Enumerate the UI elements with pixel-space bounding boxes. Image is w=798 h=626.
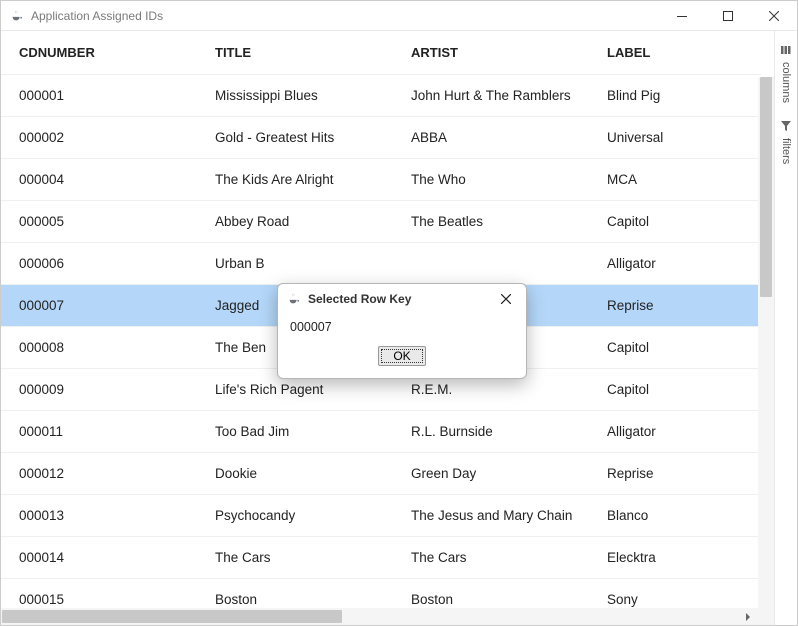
cell-artist[interactable]: Green Day [393,453,589,495]
cell-cdnumber[interactable]: 000004 [1,159,197,201]
table-row[interactable]: 000012DookieGreen DayReprise [1,453,761,495]
cell-label[interactable]: Reprise [589,285,761,327]
cell-title[interactable]: Gold - Greatest Hits [197,117,393,159]
cell-label[interactable]: Reprise [589,453,761,495]
cell-label[interactable]: Elecktra [589,537,761,579]
window-title: Application Assigned IDs [31,9,163,23]
cell-cdnumber[interactable]: 000013 [1,495,197,537]
cell-cdnumber[interactable]: 000002 [1,117,197,159]
col-title[interactable]: TITLE [197,31,393,75]
close-button[interactable] [751,1,797,31]
app-window: Application Assigned IDs CDNUMBER TITLE [0,0,798,626]
cell-title[interactable]: The Kids Are Alright [197,159,393,201]
cell-cdnumber[interactable]: 000001 [1,75,197,117]
table-row[interactable]: 000011Too Bad JimR.L. BurnsideAlligator [1,411,761,453]
cell-title[interactable]: Urban B [197,243,393,285]
titlebar: Application Assigned IDs [1,1,797,31]
cell-artist[interactable]: R.L. Burnside [393,411,589,453]
table-row[interactable]: 000002Gold - Greatest HitsABBAUniversal [1,117,761,159]
vertical-scrollbar[interactable] [758,77,774,608]
dialog-title: Selected Row Key [308,292,411,306]
cell-cdnumber[interactable]: 000009 [1,369,197,411]
cell-cdnumber[interactable]: 000008 [1,327,197,369]
cell-title[interactable]: The Cars [197,537,393,579]
table-row[interactable]: 000015BostonBostonSony [1,579,761,609]
cell-cdnumber[interactable]: 000005 [1,201,197,243]
cell-label[interactable]: Capitol [589,201,761,243]
java-cup-icon [286,291,302,307]
cell-label[interactable]: Universal [589,117,761,159]
col-label[interactable]: LABEL [589,31,761,75]
cell-artist[interactable]: The Cars [393,537,589,579]
table-header-row: CDNUMBER TITLE ARTIST LABEL [1,31,761,75]
cell-label[interactable]: Capitol [589,327,761,369]
cell-artist[interactable]: Boston [393,579,589,609]
cell-title[interactable]: Dookie [197,453,393,495]
cell-cdnumber[interactable]: 000015 [1,579,197,609]
cell-title[interactable]: Boston [197,579,393,609]
dialog-message: 000007 [278,314,526,338]
cell-artist[interactable]: The Jesus and Mary Chain [393,495,589,537]
cell-title[interactable]: Mississippi Blues [197,75,393,117]
cell-cdnumber[interactable]: 000011 [1,411,197,453]
vertical-scroll-thumb[interactable] [760,77,772,297]
content-area: CDNUMBER TITLE ARTIST LABEL 000001Missis… [1,31,775,625]
table-row[interactable]: 000004The Kids Are AlrightThe WhoMCA [1,159,761,201]
col-cdnumber[interactable]: CDNUMBER [1,31,197,75]
cell-label[interactable]: Alligator [589,243,761,285]
cell-cdnumber[interactable]: 000007 [1,285,197,327]
cell-artist[interactable]: John Hurt & The Ramblers [393,75,589,117]
cell-artist[interactable]: The Beatles [393,201,589,243]
funnel-icon [781,121,791,134]
cell-artist[interactable]: The Who [393,159,589,201]
cell-label[interactable]: MCA [589,159,761,201]
cell-label[interactable]: Capitol [589,369,761,411]
col-artist[interactable]: ARTIST [393,31,589,75]
ok-button[interactable]: OK [378,346,425,366]
table-row[interactable]: 000001Mississippi BluesJohn Hurt & The R… [1,75,761,117]
cell-title[interactable]: Too Bad Jim [197,411,393,453]
cell-artist[interactable]: ABBA [393,117,589,159]
columns-tab[interactable]: columns [780,45,792,103]
cell-label[interactable]: Sony [589,579,761,609]
dialog-close-button[interactable] [494,287,518,311]
cell-label[interactable]: Blanco [589,495,761,537]
cell-cdnumber[interactable]: 000012 [1,453,197,495]
cell-title[interactable]: Abbey Road [197,201,393,243]
cell-cdnumber[interactable]: 000014 [1,537,197,579]
horizontal-scroll-thumb[interactable] [2,610,342,623]
cell-cdnumber[interactable]: 000006 [1,243,197,285]
scroll-right-arrow-icon[interactable] [739,608,756,625]
horizontal-scrollbar[interactable] [1,608,774,625]
table-row[interactable]: 000005Abbey RoadThe BeatlesCapitol [1,201,761,243]
columns-tab-label: columns [780,62,792,103]
dialog-titlebar: Selected Row Key [278,284,526,314]
side-tabs: columns filters [775,31,797,625]
maximize-button[interactable] [705,1,751,31]
table-row[interactable]: 000006Urban B Alligator [1,243,761,285]
cell-title[interactable]: Psychocandy [197,495,393,537]
selected-row-key-dialog: Selected Row Key 000007 OK [277,283,527,379]
filters-tab[interactable]: filters [780,121,792,164]
table-row[interactable]: 000013PsychocandyThe Jesus and Mary Chai… [1,495,761,537]
columns-icon [781,45,791,58]
cell-artist[interactable] [393,243,589,285]
cell-label[interactable]: Alligator [589,411,761,453]
minimize-button[interactable] [659,1,705,31]
filters-tab-label: filters [780,138,792,164]
java-cup-icon [9,8,25,24]
table-row[interactable]: 000014The CarsThe CarsElecktra [1,537,761,579]
cell-label[interactable]: Blind Pig [589,75,761,117]
